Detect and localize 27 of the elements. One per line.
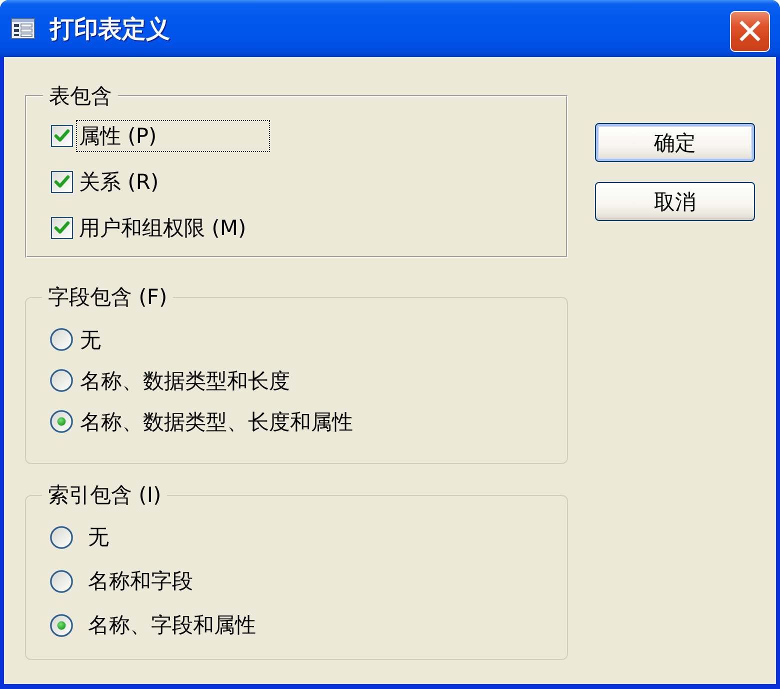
- checkbox[interactable]: [51, 217, 73, 239]
- radio-label[interactable]: 无: [77, 324, 104, 356]
- dialog-button[interactable]: 确定: [595, 123, 755, 162]
- radio-button[interactable]: [50, 614, 73, 636]
- group-title: 表包含: [48, 84, 113, 108]
- group-title: 字段包含 (F): [47, 285, 168, 309]
- group-title: 索引包含 (I): [47, 483, 162, 507]
- radio-label[interactable]: 无: [85, 521, 112, 553]
- radio-button[interactable]: [50, 328, 73, 351]
- checkbox-label[interactable]: 关系 (R): [76, 166, 162, 198]
- radio-label[interactable]: 名称和字段: [85, 565, 196, 597]
- checkbox-label[interactable]: 属性 (P): [76, 120, 270, 152]
- form-icon: [11, 18, 35, 39]
- close-button[interactable]: [730, 10, 770, 52]
- dialog-button[interactable]: 取消: [595, 182, 755, 221]
- checkbox-label[interactable]: 用户和组权限 (M): [76, 212, 250, 244]
- radio-label[interactable]: 名称、数据类型、长度和属性: [77, 406, 356, 438]
- radio-button[interactable]: [50, 410, 73, 433]
- radio-button[interactable]: [50, 369, 73, 392]
- window-title: 打印表定义: [50, 14, 171, 44]
- radio-button[interactable]: [50, 570, 73, 592]
- close-icon: [739, 20, 761, 42]
- radio-label[interactable]: 名称、数据类型和长度: [77, 364, 293, 396]
- checkbox[interactable]: [51, 125, 73, 147]
- radio-button[interactable]: [50, 526, 73, 548]
- checkbox[interactable]: [51, 171, 73, 193]
- radio-label[interactable]: 名称、字段和属性: [85, 609, 259, 641]
